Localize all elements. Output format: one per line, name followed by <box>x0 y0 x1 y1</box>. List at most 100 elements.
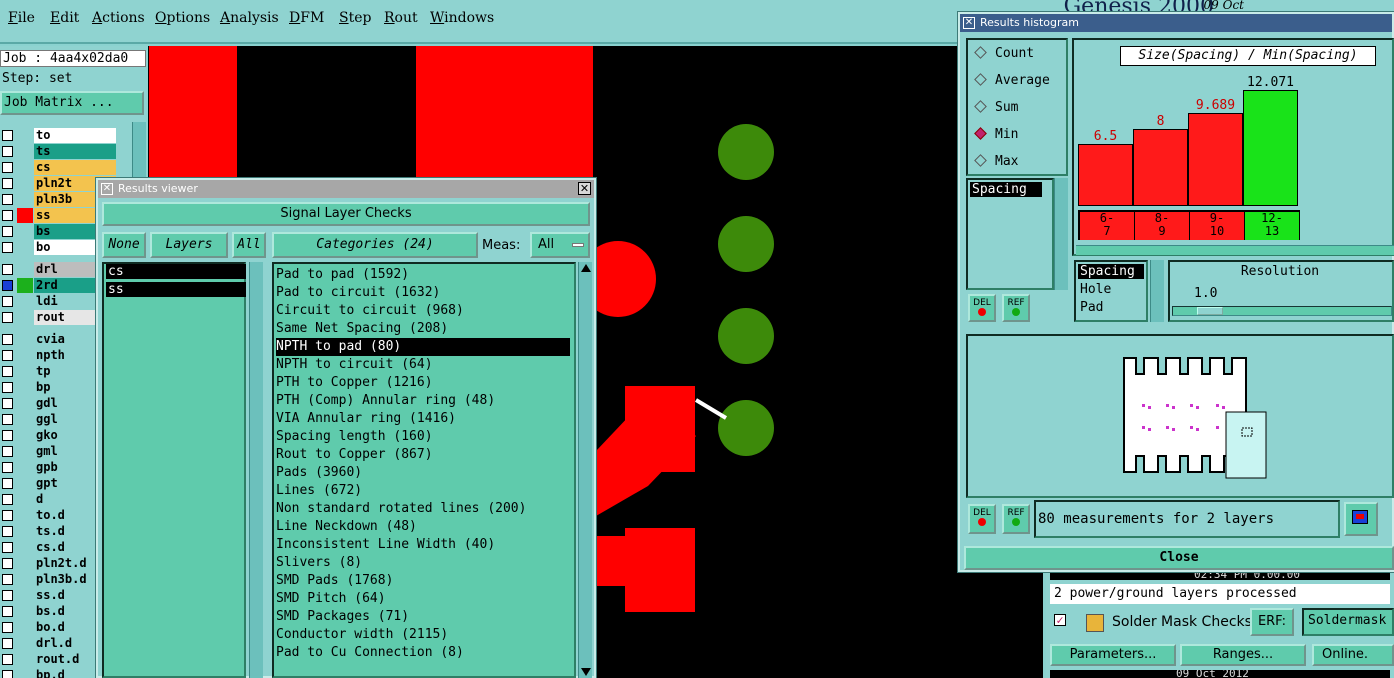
layer-color-swatch[interactable] <box>17 224 33 239</box>
categories-header[interactable]: Categories (24) <box>272 232 478 258</box>
layer-checkbox[interactable] <box>2 178 13 189</box>
results-viewer-titlebar[interactable]: ✕ Results viewer ✕ <box>98 180 594 198</box>
category-item[interactable]: Same Net Spacing (208) <box>276 320 570 338</box>
list2-item-spacing[interactable]: Spacing <box>1078 264 1144 279</box>
layer-color-swatch[interactable] <box>17 278 33 293</box>
histogram-bar[interactable] <box>1078 144 1133 206</box>
layer-color-swatch[interactable] <box>17 428 33 443</box>
layer-color-swatch[interactable] <box>17 380 33 395</box>
layer-checkbox[interactable] <box>2 382 13 393</box>
meas-select[interactable]: All <box>530 232 590 258</box>
del-button-bottom[interactable]: DEL <box>968 504 996 534</box>
layer-checkbox[interactable] <box>2 398 13 409</box>
layer-checkbox[interactable] <box>2 574 13 585</box>
layer-color-swatch[interactable] <box>17 310 33 325</box>
layer-color-swatch[interactable] <box>17 444 33 459</box>
layer-checkbox[interactable] <box>2 430 13 441</box>
layer-checkbox[interactable] <box>2 478 13 489</box>
list2-item-pad[interactable]: Pad <box>1078 300 1103 315</box>
layer-row-cs[interactable]: cs <box>0 160 148 175</box>
layers-list[interactable]: cs ss <box>102 262 246 678</box>
layer-color-swatch[interactable] <box>17 508 33 523</box>
layer-checkbox[interactable] <box>2 526 13 537</box>
menu-analysis[interactable]: Analysis <box>220 10 279 26</box>
mode-radio-max[interactable]: Max <box>974 148 1018 175</box>
layer-color-swatch[interactable] <box>17 294 33 309</box>
layer-checkbox[interactable] <box>2 312 13 323</box>
layer-checkbox[interactable] <box>2 542 13 553</box>
category-item[interactable]: Conductor width (2115) <box>276 626 570 644</box>
layer-color-swatch[interactable] <box>17 476 33 491</box>
window-menu-icon[interactable]: ✕ <box>101 183 113 195</box>
close-button[interactable]: Close <box>964 546 1394 570</box>
layer-checkbox[interactable] <box>2 194 13 205</box>
ranges-button[interactable]: Ranges... <box>1180 644 1306 666</box>
window-menu-icon[interactable]: ✕ <box>963 17 975 29</box>
layer-color-swatch[interactable] <box>17 652 33 667</box>
erf-value[interactable]: Soldermask <box>1302 608 1394 636</box>
mode-radio-average[interactable]: Average <box>974 67 1050 94</box>
layer-name[interactable]: to <box>34 128 116 143</box>
ref-button-top[interactable]: REF <box>1002 294 1030 322</box>
layer-name[interactable]: cs <box>34 160 116 175</box>
layer-checkbox[interactable] <box>2 510 13 521</box>
bin-label[interactable]: 9- 10 <box>1190 212 1245 240</box>
bin-label[interactable]: 12- 13 <box>1245 212 1300 240</box>
layer-checkbox[interactable] <box>2 210 13 221</box>
scroll-down-icon[interactable] <box>581 668 591 676</box>
layer-color-swatch[interactable] <box>17 524 33 539</box>
layer-checkbox[interactable] <box>2 654 13 665</box>
layer-checkbox[interactable] <box>2 670 13 678</box>
category-item[interactable]: Pads (3960) <box>276 464 570 482</box>
list1-scrollbar[interactable] <box>1054 178 1068 290</box>
layer-checkbox[interactable] <box>2 414 13 425</box>
category-item[interactable]: Lines (672) <box>276 482 570 500</box>
layer-color-swatch[interactable] <box>17 192 33 207</box>
category-item[interactable]: VIA Annular ring (1416) <box>276 410 570 428</box>
layer-checkbox[interactable] <box>2 264 13 275</box>
menu-options[interactable]: Options <box>155 10 210 26</box>
bin-label[interactable]: 6- 7 <box>1080 212 1135 240</box>
layers-scrollbar[interactable] <box>249 262 263 678</box>
resolution-slider-thumb[interactable] <box>1197 307 1223 315</box>
category-item[interactable]: SMD Pads (1768) <box>276 572 570 590</box>
histogram-bar[interactable] <box>1133 129 1188 206</box>
layer-color-swatch[interactable] <box>17 412 33 427</box>
layer-color-swatch[interactable] <box>17 348 33 363</box>
menu-windows[interactable]: Windows <box>430 10 494 26</box>
category-item[interactable]: Rout to Copper (867) <box>276 446 570 464</box>
layer-checkbox[interactable] <box>2 350 13 361</box>
job-matrix-button[interactable]: Job Matrix ... <box>0 91 144 115</box>
resolution-slider[interactable] <box>1172 306 1392 316</box>
category-item[interactable]: PTH to Copper (1216) <box>276 374 570 392</box>
layers-all-button[interactable]: All <box>232 232 266 258</box>
layer-checkbox[interactable] <box>2 226 13 237</box>
menu-file[interactable]: File <box>8 10 35 26</box>
online-button[interactable]: Online. <box>1312 644 1394 666</box>
category-item[interactable]: Pad to Cu Connection (8) <box>276 644 570 662</box>
category-item[interactable]: Slivers (8) <box>276 554 570 572</box>
layer-color-swatch[interactable] <box>17 460 33 475</box>
categories-scrollbar[interactable] <box>578 262 592 678</box>
layer-checkbox[interactable] <box>2 366 13 377</box>
layer-color-swatch[interactable] <box>17 620 33 635</box>
ref-button-bottom[interactable]: REF <box>1002 504 1030 534</box>
results-histogram-titlebar[interactable]: ✕ Results histogram <box>960 14 1392 32</box>
layer-checkbox[interactable] <box>2 622 13 633</box>
layer-color-swatch[interactable] <box>17 556 33 571</box>
layer-color-swatch[interactable] <box>17 668 33 678</box>
list1-item-spacing[interactable]: Spacing <box>970 182 1042 197</box>
mode-radio-sum[interactable]: Sum <box>974 94 1018 121</box>
del-button-top[interactable]: DEL <box>968 294 996 322</box>
category-item[interactable]: Line Neckdown (48) <box>276 518 570 536</box>
report-button[interactable] <box>1344 502 1378 536</box>
layer-item-cs[interactable]: cs <box>106 264 246 279</box>
layer-checkbox[interactable] <box>2 590 13 601</box>
layer-checkbox[interactable] <box>2 162 13 173</box>
category-item[interactable]: SMD Pitch (64) <box>276 590 570 608</box>
layer-color-swatch[interactable] <box>17 588 33 603</box>
layer-row-ts[interactable]: ts <box>0 144 148 159</box>
layer-color-swatch[interactable] <box>17 636 33 651</box>
layer-color-swatch[interactable] <box>17 128 33 143</box>
layer-checkbox[interactable] <box>2 494 13 505</box>
